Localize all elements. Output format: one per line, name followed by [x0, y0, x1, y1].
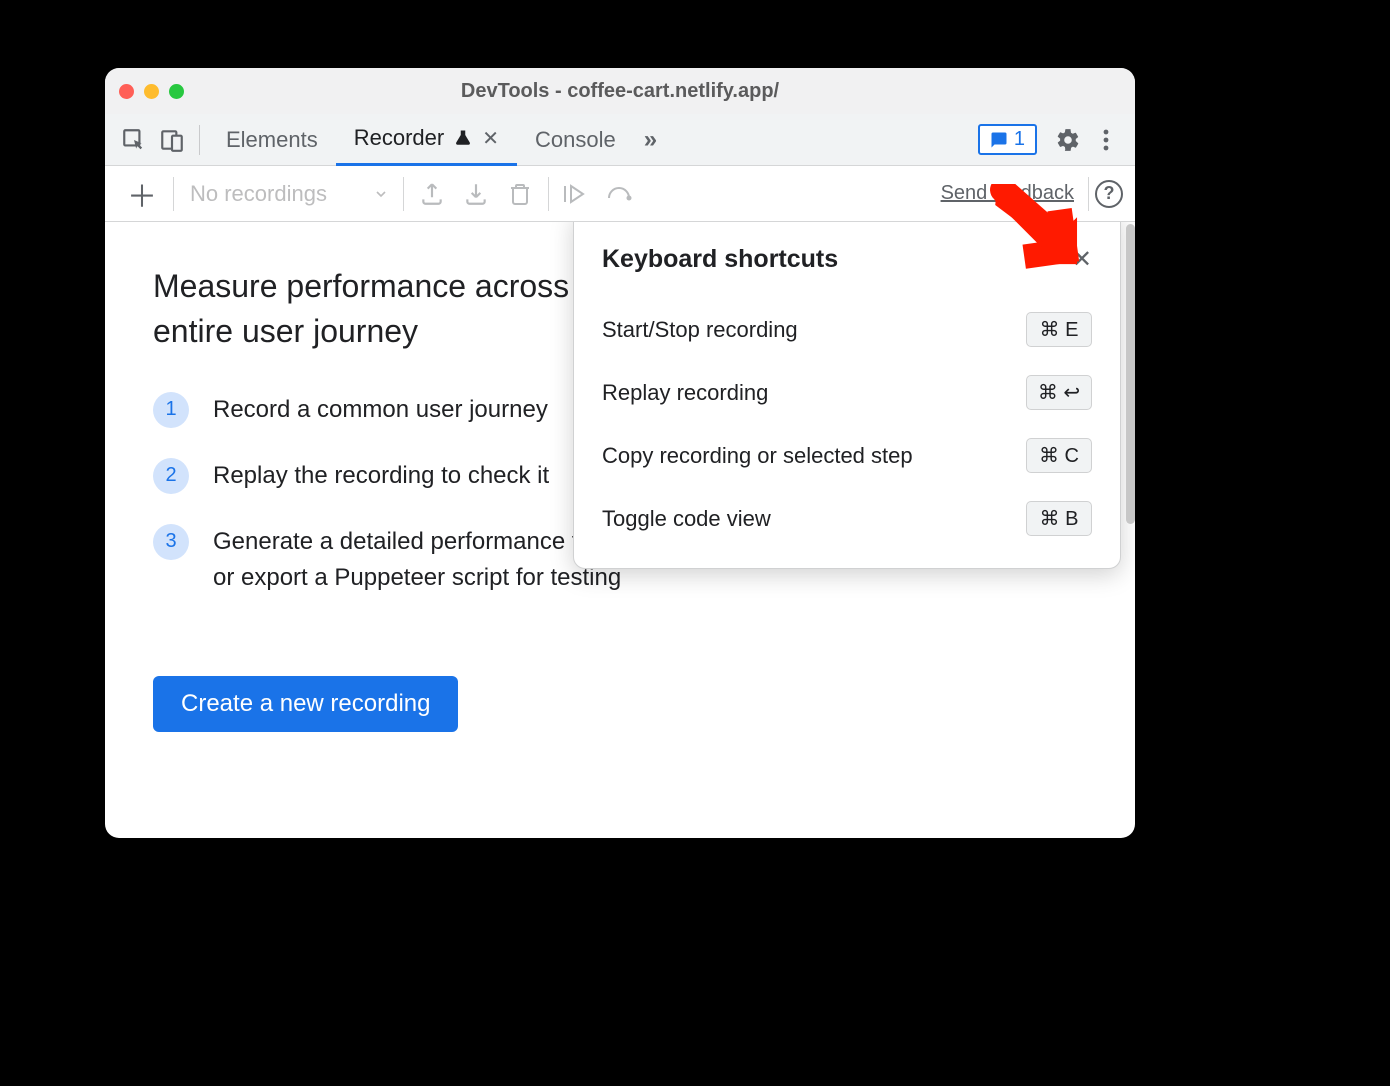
more-tabs-icon[interactable]: »: [644, 126, 657, 154]
import-icon[interactable]: [454, 172, 498, 216]
separator: [199, 125, 200, 155]
shortcut-row: Replay recording ⌘ ↩: [602, 375, 1092, 410]
step-badge: 1: [153, 392, 189, 428]
replay-icon[interactable]: [555, 172, 599, 216]
add-recording-button[interactable]: ＋: [117, 172, 167, 216]
device-toolbar-icon[interactable]: [153, 121, 191, 159]
message-icon: [990, 131, 1008, 149]
step-badge: 2: [153, 458, 189, 494]
step-text: Record a common user journey: [213, 392, 548, 428]
experiment-icon: [454, 127, 472, 149]
send-feedback-link[interactable]: Send feedback: [941, 182, 1074, 205]
chevron-down-icon: [373, 186, 389, 202]
tab-console[interactable]: Console: [517, 114, 634, 166]
shortcut-label: Copy recording or selected step: [602, 443, 913, 469]
help-button[interactable]: ?: [1095, 180, 1123, 208]
recordings-placeholder: No recordings: [190, 181, 327, 207]
traffic-lights: [119, 84, 184, 99]
shortcuts-popover: Keyboard shortcuts ✕ Start/Stop recordin…: [573, 222, 1121, 569]
popover-close-icon[interactable]: ✕: [1072, 245, 1092, 274]
devtools-window: DevTools - coffee-cart.netlify.app/ Elem…: [105, 68, 1135, 838]
export-icon[interactable]: [410, 172, 454, 216]
scrollbar[interactable]: [1126, 224, 1135, 524]
window-title: DevTools - coffee-cart.netlify.app/: [461, 80, 779, 103]
step-text: Generate a detailed performance trace or…: [213, 524, 633, 596]
tab-recorder-label: Recorder: [354, 125, 444, 151]
recordings-dropdown[interactable]: No recordings: [180, 181, 397, 207]
separator: [548, 177, 549, 211]
shortcut-row: Copy recording or selected step ⌘ C: [602, 438, 1092, 473]
settings-icon[interactable]: [1049, 121, 1087, 159]
step-icon[interactable]: [599, 172, 643, 216]
issues-count: 1: [1014, 128, 1025, 151]
recorder-toolbar: ＋ No recordings Send feedback ?: [105, 166, 1135, 222]
shortcut-keys: ⌘ C: [1026, 438, 1092, 473]
step-text: Replay the recording to check it: [213, 458, 549, 494]
titlebar: DevTools - coffee-cart.netlify.app/: [105, 68, 1135, 114]
close-window-button[interactable]: [119, 84, 134, 99]
create-recording-button[interactable]: Create a new recording: [153, 676, 458, 732]
issues-badge[interactable]: 1: [978, 124, 1037, 155]
inspect-element-icon[interactable]: [115, 121, 153, 159]
tab-strip: Elements Recorder ✕ Console » 1: [105, 114, 1135, 166]
shortcut-row: Start/Stop recording ⌘ E: [602, 312, 1092, 347]
shortcut-label: Start/Stop recording: [602, 317, 798, 343]
step-badge: 3: [153, 524, 189, 560]
separator: [403, 177, 404, 211]
minimize-window-button[interactable]: [144, 84, 159, 99]
close-tab-icon[interactable]: ✕: [482, 126, 499, 151]
popover-title: Keyboard shortcuts: [602, 245, 838, 274]
more-menu-icon[interactable]: [1087, 121, 1125, 159]
delete-icon[interactable]: [498, 172, 542, 216]
separator: [173, 177, 174, 211]
shortcut-label: Toggle code view: [602, 506, 771, 532]
tab-recorder[interactable]: Recorder ✕: [336, 114, 517, 166]
shortcut-row: Toggle code view ⌘ B: [602, 501, 1092, 536]
shortcut-label: Replay recording: [602, 380, 768, 406]
content-area: Measure performance across an entire use…: [105, 222, 1135, 838]
shortcut-keys: ⌘ ↩: [1026, 375, 1092, 410]
shortcut-keys: ⌘ B: [1026, 501, 1092, 536]
shortcut-keys: ⌘ E: [1026, 312, 1092, 347]
tab-elements[interactable]: Elements: [208, 114, 336, 166]
zoom-window-button[interactable]: [169, 84, 184, 99]
separator: [1088, 177, 1089, 211]
